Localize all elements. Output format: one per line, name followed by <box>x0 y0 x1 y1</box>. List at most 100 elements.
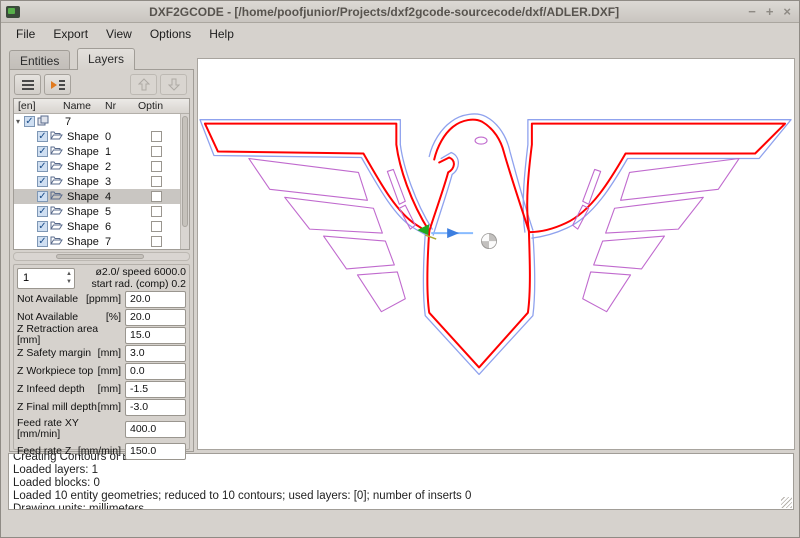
origin-marker <box>482 234 497 249</box>
parameter-input[interactable] <box>125 345 186 362</box>
layer-tree[interactable]: [en] Name Nr Optin ▾✓7✓Shape0✓Shape1✓Sha… <box>13 98 190 250</box>
optimize-checkbox[interactable] <box>151 176 162 187</box>
optimize-checkbox[interactable] <box>151 236 162 247</box>
shape-icon <box>50 235 63 248</box>
parameter-input[interactable] <box>125 443 186 460</box>
collapse-all-button[interactable] <box>14 74 41 95</box>
tree-vertical-scrollbar[interactable] <box>180 114 189 249</box>
tab-layers[interactable]: Layers <box>77 48 135 70</box>
move-up-button[interactable] <box>130 74 157 95</box>
optimize-checkbox[interactable] <box>151 131 162 142</box>
parameter-input[interactable] <box>125 363 186 380</box>
optimize-checkbox[interactable] <box>151 161 162 172</box>
layer-visibility-checkbox[interactable]: ✓ <box>24 116 35 127</box>
shape-name: Shape <box>67 221 99 233</box>
shape-row[interactable]: ✓ Shape 1 <box>14 144 180 159</box>
title-bar[interactable]: DXF2GCODE - [/home/poofjunior/Projects/d… <box>1 1 799 23</box>
tool-number-value: 1 <box>23 272 29 284</box>
resize-grip[interactable] <box>781 497 792 508</box>
shape-nr: 2 <box>105 161 111 173</box>
shape-row[interactable]: ✓ Shape 0 <box>14 129 180 144</box>
shape-visibility-checkbox[interactable]: ✓ <box>37 161 48 172</box>
shape-row[interactable]: ✓ Shape 2 <box>14 159 180 174</box>
app-window: DXF2GCODE - [/home/poofjunior/Projects/d… <box>0 0 800 538</box>
shape-name: Shape <box>67 146 99 158</box>
eye-contour <box>475 137 487 144</box>
tree-horizontal-scrollbar[interactable] <box>13 252 190 261</box>
tool-info-label: ø2.0/ speed 6000.0 start rad. (comp) 0.2 <box>75 267 186 290</box>
parameter-input[interactable] <box>125 421 186 438</box>
parameter-label: Z Retraction area[mm] <box>17 324 121 346</box>
shape-nr: 1 <box>105 146 111 158</box>
log-lines: Creating Contours of EntitiesLoaded laye… <box>13 453 793 510</box>
tree-header: [en] Name Nr Optin <box>14 99 189 114</box>
shape-visibility-checkbox[interactable]: ✓ <box>37 236 48 247</box>
expand-all-button[interactable] <box>44 74 71 95</box>
shape-icon <box>50 205 63 218</box>
parameter-row: Not Available[ppmm] <box>17 290 186 308</box>
layer-row[interactable]: ▾✓ 7 <box>14 114 180 129</box>
shape-row[interactable]: ✓ Shape 6 <box>14 219 180 234</box>
column-header-optimize: Optin <box>138 100 184 112</box>
parameter-label: Feed rate XY[mm/min] <box>17 418 121 440</box>
parameter-label: Z Final mill depth[mm] <box>17 402 121 413</box>
message-log[interactable]: Creating Contours of EntitiesLoaded laye… <box>8 453 794 510</box>
column-header-nr: Nr <box>105 100 116 112</box>
tab-entities[interactable]: Entities <box>9 50 70 69</box>
shape-nr: 0 <box>105 131 111 143</box>
expand-all-icon <box>50 79 65 91</box>
parameter-label: Z Safety margin[mm] <box>17 348 121 359</box>
shape-name: Shape <box>67 131 99 143</box>
move-down-button[interactable] <box>160 74 187 95</box>
shape-visibility-checkbox[interactable]: ✓ <box>37 176 48 187</box>
optimize-checkbox[interactable] <box>151 146 162 157</box>
parameter-input[interactable] <box>125 399 186 416</box>
shape-visibility-checkbox[interactable]: ✓ <box>37 206 48 217</box>
parameter-row: Z Final mill depth[mm] <box>17 398 186 416</box>
log-line: Drawing units: millimeters <box>13 503 793 510</box>
shape-visibility-checkbox[interactable]: ✓ <box>37 146 48 157</box>
parameter-row: Z Infeed depth[mm] <box>17 380 186 398</box>
shape-row[interactable]: ✓Shape4 <box>14 189 180 204</box>
shape-icon <box>50 220 63 233</box>
expander-icon[interactable]: ▾ <box>16 117 24 126</box>
shape-name: Shape <box>67 161 99 173</box>
menu-item-file[interactable]: File <box>7 25 44 43</box>
menu-item-options[interactable]: Options <box>141 25 200 43</box>
layers-panel: [en] Name Nr Optin ▾✓7✓Shape0✓Shape1✓Sha… <box>9 69 194 452</box>
menu-item-view[interactable]: View <box>97 25 141 43</box>
parameter-input[interactable] <box>125 309 186 326</box>
drawing-canvas[interactable] <box>197 58 795 450</box>
optimize-checkbox[interactable] <box>151 221 162 232</box>
parameter-input[interactable] <box>125 327 186 344</box>
shape-visibility-checkbox[interactable]: ✓ <box>37 131 48 142</box>
shape-visibility-checkbox[interactable]: ✓ <box>37 191 48 202</box>
shape-nr: 6 <box>105 221 111 233</box>
app-icon <box>6 6 20 18</box>
menu-item-help[interactable]: Help <box>200 25 243 43</box>
shape-name: Shape <box>67 206 99 218</box>
feather-contours <box>249 137 739 312</box>
optimize-checkbox[interactable] <box>151 206 162 217</box>
spinner-arrows-icon[interactable]: ▲▼ <box>66 270 72 286</box>
parameter-row: Z Safety margin[mm] <box>17 344 186 362</box>
shape-row[interactable]: ✓Shape7 <box>14 234 180 249</box>
shape-row[interactable]: ✓Shape5 <box>14 204 180 219</box>
tool-number-spinner[interactable]: 1 ▲▼ <box>17 268 75 289</box>
shape-icon <box>50 190 63 203</box>
shape-icon <box>50 160 63 173</box>
parameter-input[interactable] <box>125 291 186 308</box>
shape-nr: 3 <box>105 176 111 188</box>
close-button[interactable]: × <box>783 2 791 22</box>
layer-icon <box>37 115 49 129</box>
maximize-button[interactable]: + <box>766 2 774 22</box>
layer-label: 7 <box>65 116 71 128</box>
optimize-checkbox[interactable] <box>151 191 162 202</box>
log-line: Loaded 10 entity geometries; reduced to … <box>13 490 793 503</box>
parameter-label: Not Available[%] <box>17 312 121 323</box>
menu-item-export[interactable]: Export <box>44 25 97 43</box>
parameter-input[interactable] <box>125 381 186 398</box>
shape-row[interactable]: ✓Shape3 <box>14 174 180 189</box>
shape-visibility-checkbox[interactable]: ✓ <box>37 221 48 232</box>
minimize-button[interactable]: − <box>748 2 756 22</box>
